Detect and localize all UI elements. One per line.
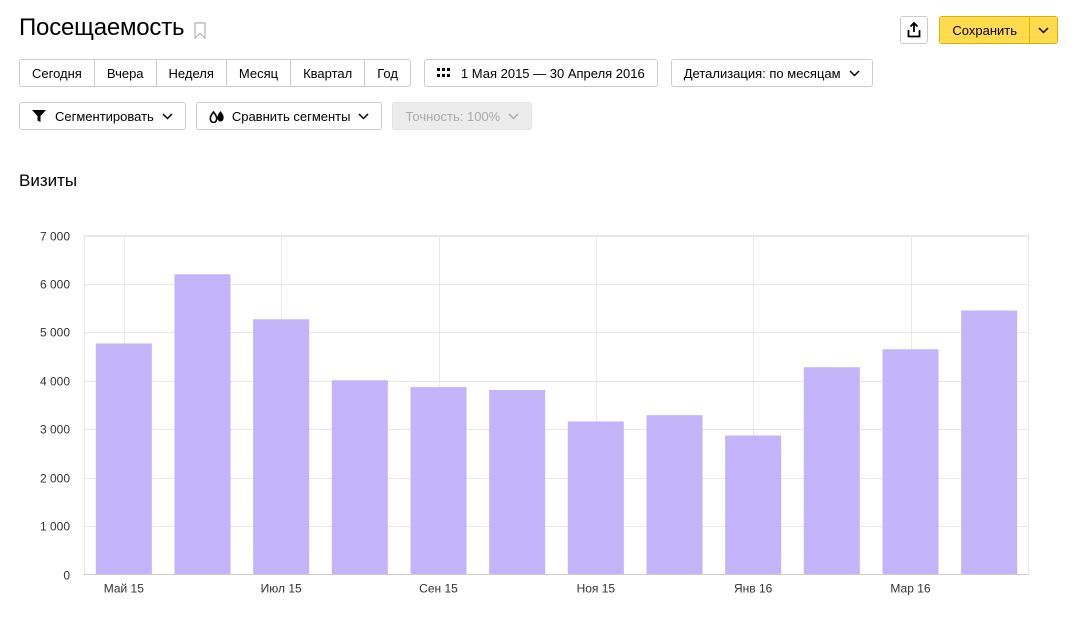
segment-button[interactable]: Сегментировать: [19, 102, 186, 130]
date-range-label: 1 Мая 2015 — 30 Апреля 2016: [460, 65, 645, 81]
bar: [174, 274, 231, 575]
period-year-button[interactable]: Год: [364, 60, 410, 86]
save-button-group: Сохранить: [939, 16, 1058, 44]
share-button[interactable]: [900, 16, 929, 44]
y-tick-label: 1 000: [40, 520, 70, 534]
bar: [961, 310, 1018, 575]
bar: [646, 415, 703, 575]
period-yesterday-button[interactable]: Вчера: [93, 60, 156, 86]
bar: [803, 367, 860, 575]
x-tick-label: Май 15: [104, 582, 145, 596]
bar: [725, 435, 782, 575]
filter-icon: [32, 109, 46, 122]
page-title: Посещаемость: [19, 14, 185, 41]
calendar-icon: [436, 68, 450, 77]
top-actions: Сохранить: [900, 16, 1058, 44]
x-tick-label: Июл 15: [261, 582, 302, 596]
date-range-button[interactable]: 1 Мая 2015 — 30 Апреля 2016: [423, 59, 658, 87]
chevron-down-icon: [508, 112, 519, 120]
y-tick-label: 0: [63, 569, 70, 583]
y-tick-label: 5 000: [40, 326, 70, 340]
x-tick-label: Ноя 15: [577, 582, 616, 596]
segment-label: Сегментировать: [55, 108, 154, 124]
compare-segments-button[interactable]: Сравнить сегменты: [195, 102, 383, 130]
y-tick-label: 3 000: [40, 423, 70, 437]
accuracy-dropdown[interactable]: Точность: 100%: [392, 102, 533, 130]
y-tick-label: 2 000: [40, 472, 70, 486]
y-tick-label: 4 000: [40, 375, 70, 389]
x-tick-label: Янв 16: [734, 582, 773, 596]
bookmark-icon[interactable]: [194, 21, 207, 39]
chevron-down-icon: [162, 112, 173, 120]
period-today-button[interactable]: Сегодня: [20, 60, 94, 86]
y-tick-label: 7 000: [40, 230, 70, 244]
x-tick-label: Сен 15: [419, 582, 458, 596]
bar: [567, 421, 624, 575]
title-row: Посещаемость: [19, 14, 207, 42]
accuracy-label: Точность: 100%: [405, 108, 501, 124]
save-options-button[interactable]: [1029, 17, 1057, 43]
period-quarter-button[interactable]: Квартал: [290, 60, 365, 86]
detail-label: Детализация: по месяцам: [683, 65, 841, 81]
period-month-button[interactable]: Месяц: [225, 60, 291, 86]
period-week-button[interactable]: Неделя: [155, 60, 226, 86]
bar: [489, 389, 546, 575]
bar: [331, 380, 388, 575]
chevron-down-icon: [849, 69, 860, 77]
period-selector: Сегодня Вчера Неделя Месяц Квартал Год: [19, 59, 411, 87]
detail-dropdown[interactable]: Детализация: по месяцам: [670, 59, 873, 87]
bar: [882, 349, 939, 575]
bar: [253, 319, 310, 575]
compare-drops-icon: [209, 110, 224, 123]
x-tick-label: Мар 16: [890, 582, 930, 596]
segment-toolbar: Сегментировать Сравнить сегменты Точност…: [19, 102, 542, 130]
bar: [410, 387, 467, 575]
bar: [95, 343, 152, 575]
compare-label: Сравнить сегменты: [231, 108, 351, 124]
period-toolbar: Сегодня Вчера Неделя Месяц Квартал Год 1…: [19, 59, 873, 87]
y-tick-label: 6 000: [40, 278, 70, 292]
chevron-down-icon: [358, 112, 370, 120]
share-icon: [907, 22, 921, 38]
section-title: Визиты: [19, 171, 78, 190]
chevron-down-icon: [1038, 26, 1049, 34]
save-button[interactable]: Сохранить: [940, 17, 1029, 43]
visits-bar-chart: 0 1 000 2 000 3 000 4 000 5 000 6 000 7 000 Май …: [40, 230, 1029, 596]
